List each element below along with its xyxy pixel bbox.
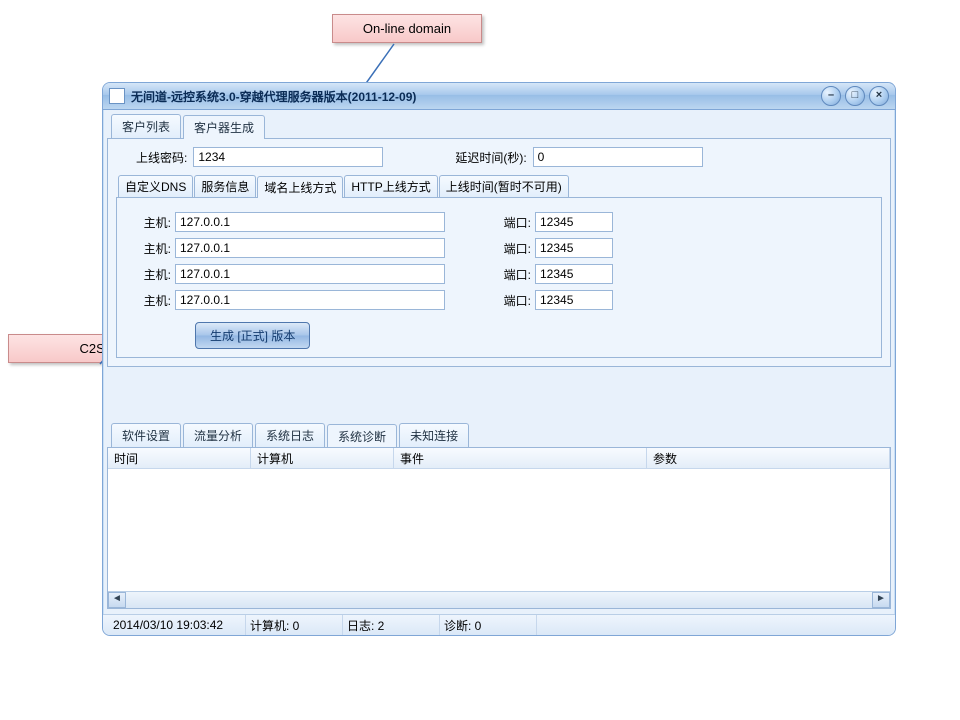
port-label: 端口: [495,240,535,257]
subtab-http-online[interactable]: HTTP上线方式 [344,175,437,197]
titlebar: 无间道-远控系统3.0-穿越代理服务器版本(2011-12-09) – □ × [103,83,895,110]
status-datetime: 2014/03/10 19:03:42 [109,615,246,635]
status-logs: 日志: 2 [343,615,440,635]
status-computers: 计算机: 0 [246,615,343,635]
sub-tabbar: 自定义DNS 服务信息 域名上线方式 HTTP上线方式 上线时间(暂时不可用) [116,175,882,197]
top-tabbar: 客户列表 客户器生成 [107,114,891,138]
col-computer[interactable]: 计算机 [251,448,394,468]
host-input-4[interactable] [175,290,445,310]
host-label: 主机: [135,214,175,231]
subtab-domain-online[interactable]: 域名上线方式 [257,176,343,198]
host-label: 主机: [135,266,175,283]
host-label: 主机: [135,240,175,257]
status-diag: 诊断: 0 [440,615,537,635]
maximize-button[interactable]: □ [845,86,865,106]
port-label: 端口: [495,292,535,309]
callout-label: On-line domain [363,21,451,36]
bottom-tabbar: 软件设置 流量分析 系统日志 系统诊断 未知连接 [107,423,891,447]
close-button[interactable]: × [869,86,889,106]
subtab-online-time[interactable]: 上线时间(暂时不可用) [439,175,569,197]
delay-label: 延迟时间(秒): [455,149,526,166]
subtab-custom-dns[interactable]: 自定义DNS [118,175,193,197]
port-input-2[interactable] [535,238,613,258]
scroll-right-icon[interactable]: ► [872,592,890,608]
callout-online-domain: On-line domain [332,14,482,43]
col-event[interactable]: 事件 [394,448,647,468]
generate-button[interactable]: 生成 [正式] 版本 [195,322,310,349]
password-label: 上线密码: [136,149,187,166]
window-title: 无间道-远控系统3.0-穿越代理服务器版本(2011-12-09) [131,88,416,105]
tab-client-gen[interactable]: 客户器生成 [183,115,265,139]
port-label: 端口: [495,266,535,283]
tab-sysdiag[interactable]: 系统诊断 [327,424,397,448]
host-label: 主机: [135,292,175,309]
scroll-left-icon[interactable]: ◄ [108,592,126,608]
col-params[interactable]: 参数 [647,448,890,468]
status-bar: 2014/03/10 19:03:42 计算机: 0 日志: 2 诊断: 0 [103,614,895,635]
tab-soft-setting[interactable]: 软件设置 [111,423,181,447]
tab-client-list[interactable]: 客户列表 [111,114,181,138]
log-listview[interactable]: 时间 计算机 事件 参数 ◄ ► [107,447,891,609]
subtab-service-info[interactable]: 服务信息 [194,175,256,197]
delay-input[interactable] [533,147,703,167]
app-window: 无间道-远控系统3.0-穿越代理服务器版本(2011-12-09) – □ × … [102,82,896,636]
host-input-1[interactable] [175,212,445,232]
tab-unknown-conn[interactable]: 未知连接 [399,423,469,447]
port-label: 端口: [495,214,535,231]
tab-syslog[interactable]: 系统日志 [255,423,325,447]
listview-header: 时间 计算机 事件 参数 [108,448,890,469]
port-input-3[interactable] [535,264,613,284]
tab-traffic[interactable]: 流量分析 [183,423,253,447]
minimize-button[interactable]: – [821,86,841,106]
host-input-3[interactable] [175,264,445,284]
host-input-2[interactable] [175,238,445,258]
port-input-4[interactable] [535,290,613,310]
col-time[interactable]: 时间 [108,448,251,468]
horizontal-scrollbar[interactable]: ◄ ► [108,591,890,608]
password-input[interactable] [193,147,383,167]
client-gen-panel: 上线密码: 延迟时间(秒): 自定义DNS 服务信息 域名上线方式 HTTP上线… [107,138,891,367]
port-input-1[interactable] [535,212,613,232]
app-icon [109,88,125,104]
domain-online-panel: 主机: 端口: 主机: 端口: 主机: 端口: 主机: [116,197,882,358]
